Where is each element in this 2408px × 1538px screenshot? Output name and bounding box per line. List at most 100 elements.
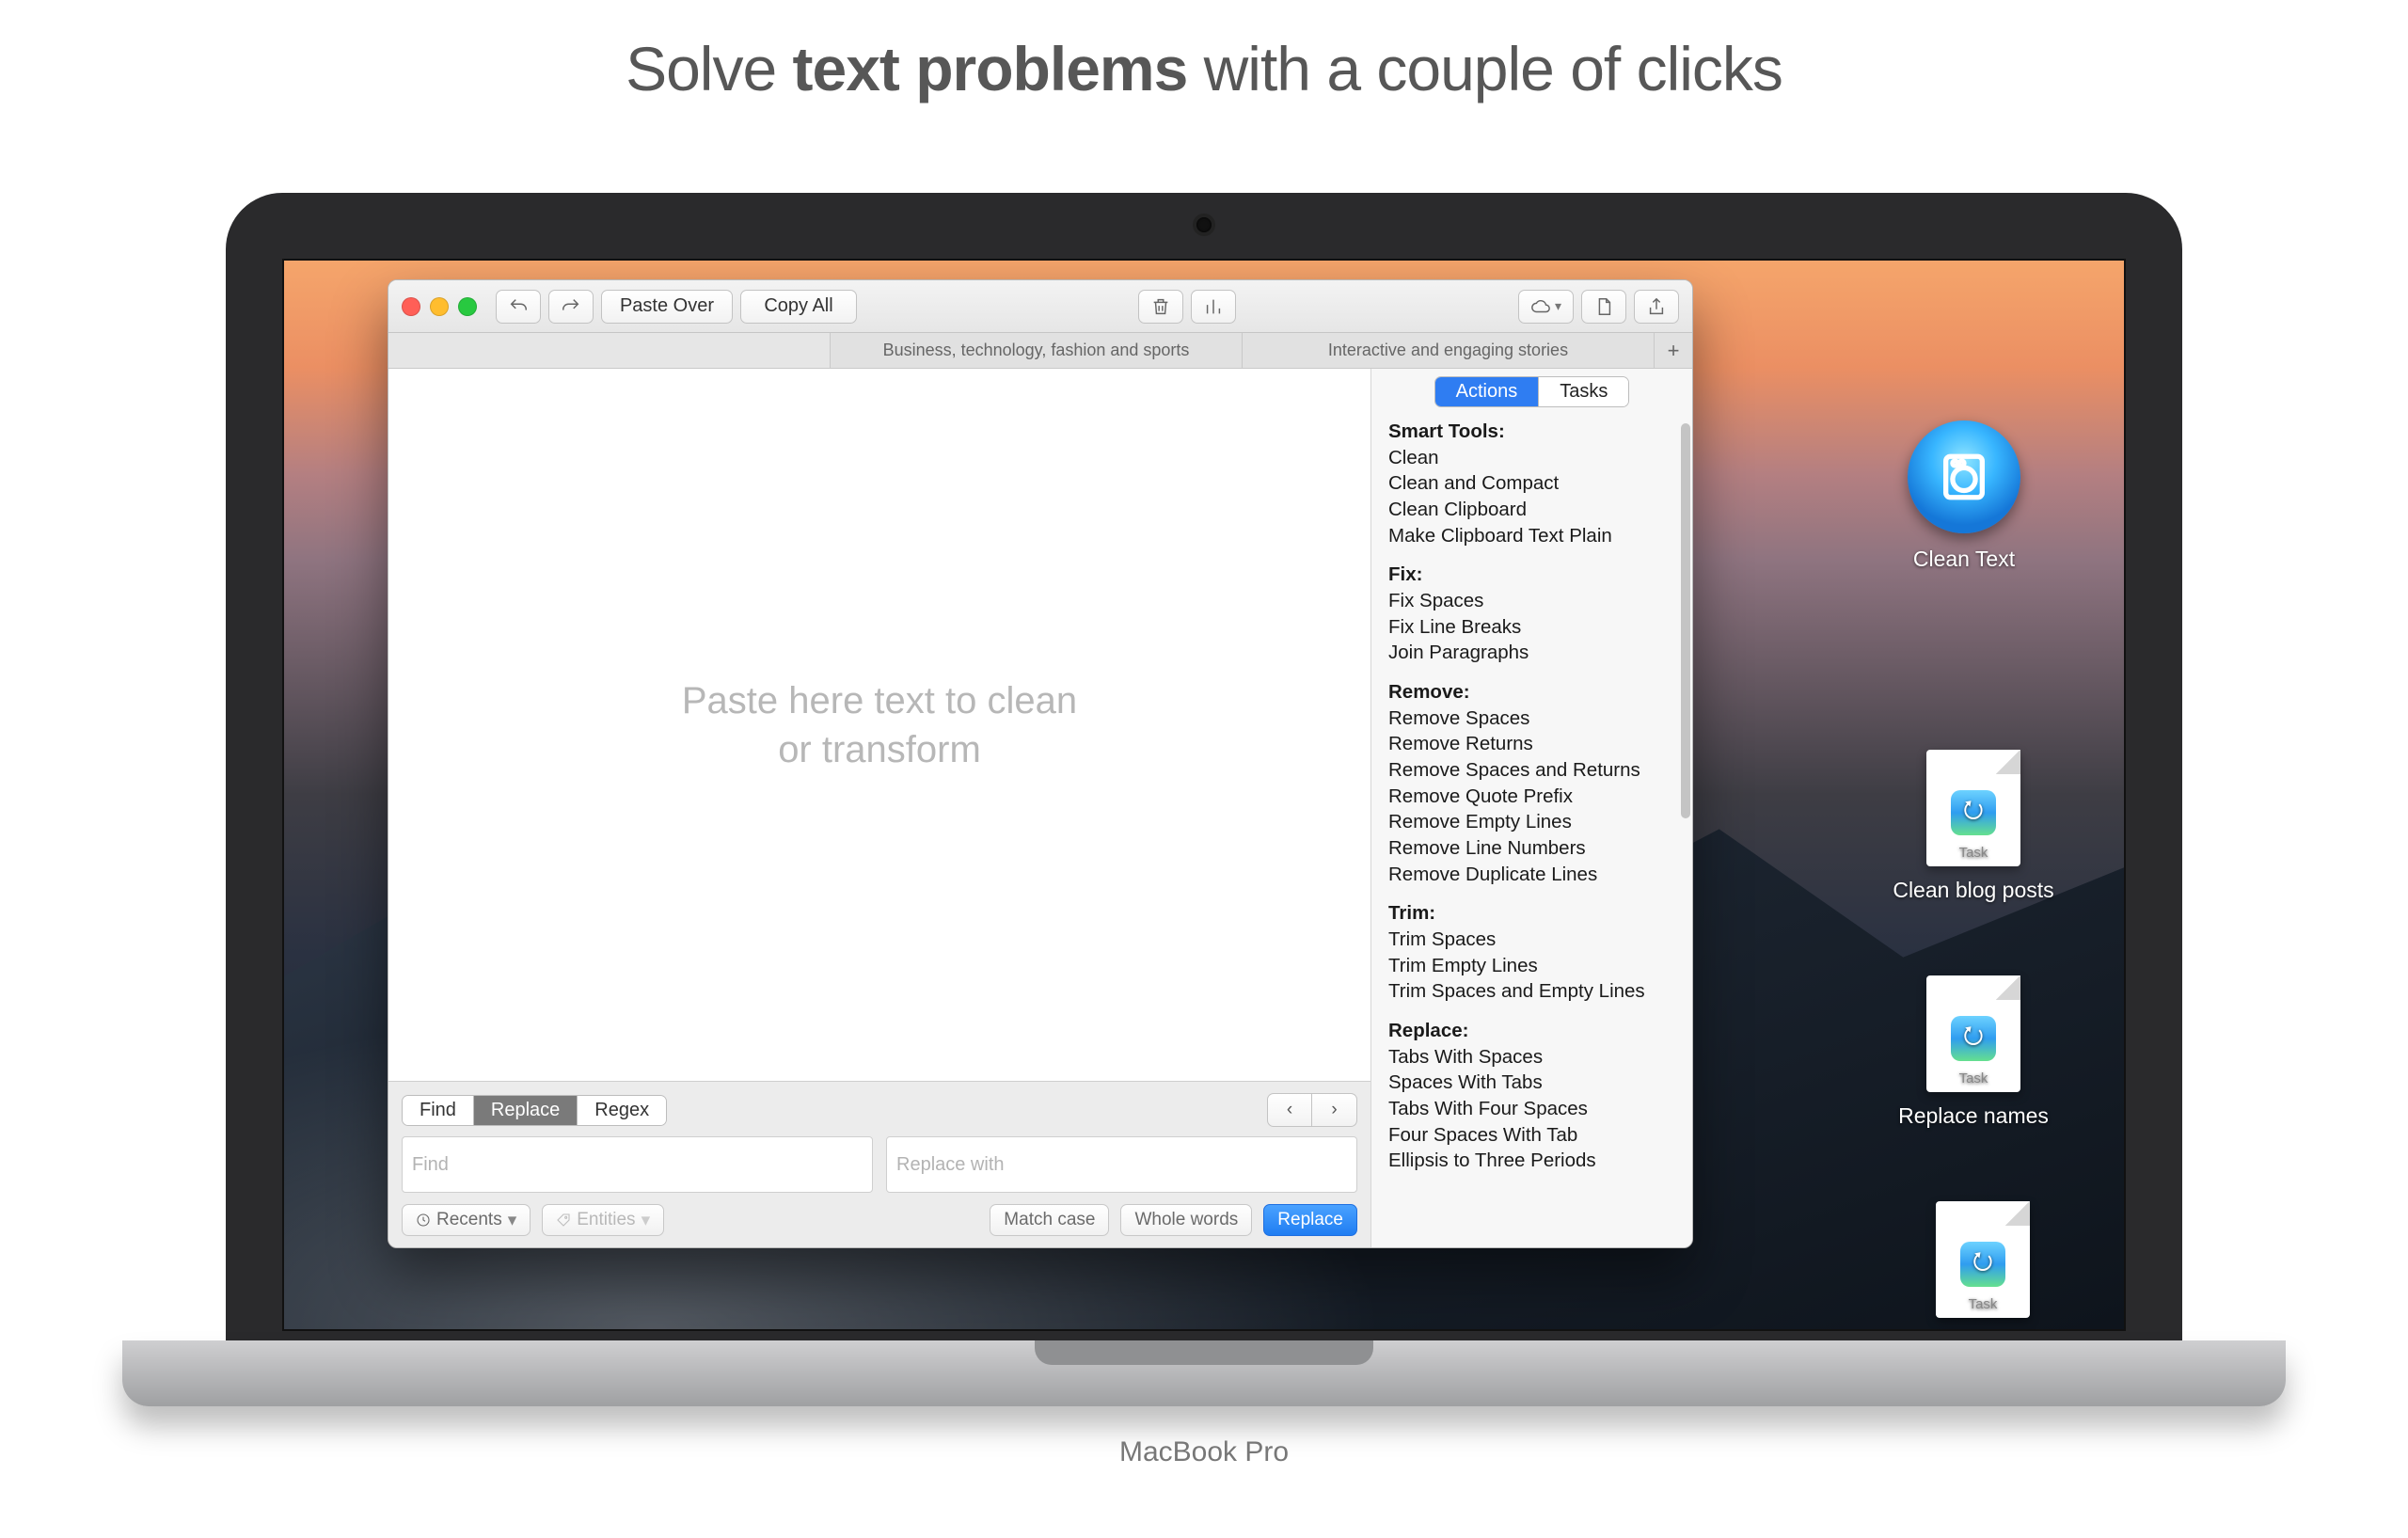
share-button[interactable] [1634, 290, 1679, 324]
find-next-button[interactable]: › [1312, 1093, 1357, 1127]
laptop-frame: Paste Over Copy All ▾ [122, 193, 2286, 1406]
action-item[interactable]: Clean [1388, 445, 1675, 471]
action-item[interactable]: Tabs With Spaces [1388, 1044, 1675, 1070]
action-item[interactable]: Remove Quote Prefix [1388, 784, 1675, 810]
action-item[interactable]: Remove Spaces [1388, 706, 1675, 732]
copy-all-button[interactable]: Copy All [740, 290, 857, 324]
entities-dropdown[interactable]: Entities▾ [542, 1204, 664, 1236]
editor-placeholder: Paste here text to clean or transform [682, 676, 1077, 774]
find-prev-button[interactable]: ‹ [1267, 1093, 1312, 1127]
action-item[interactable]: Tabs With Four Spaces [1388, 1096, 1675, 1122]
task-mini-icon: ⭮ [1960, 1242, 2005, 1287]
action-group-title: Replace: [1388, 1018, 1675, 1044]
action-item[interactable]: Trim Spaces and Empty Lines [1388, 978, 1675, 1005]
sidebar-tab-tasks[interactable]: Tasks [1538, 377, 1628, 406]
action-item[interactable]: Ellipsis to Three Periods [1388, 1148, 1675, 1174]
redo-icon [561, 296, 581, 317]
tag-icon [556, 1213, 571, 1228]
undo-button[interactable] [496, 290, 541, 324]
camera-dot [1196, 217, 1212, 232]
redo-button[interactable] [548, 290, 594, 324]
entities-label: Entities [577, 1210, 635, 1230]
task-mini-icon: ⭮ [1951, 1016, 1996, 1061]
new-doc-button[interactable] [1581, 290, 1626, 324]
sidebar-tab-actions[interactable]: Actions [1435, 377, 1539, 406]
action-group-title: Fix: [1388, 562, 1675, 588]
headline-bold: text problems [793, 34, 1188, 103]
action-group-title: Trim: [1388, 900, 1675, 927]
match-case-button[interactable]: Match case [990, 1204, 1109, 1236]
cloud-icon [1530, 296, 1551, 317]
task-tag: Task [1959, 1070, 1988, 1086]
tab-business[interactable]: Business, technology, fashion and sports [831, 333, 1243, 368]
action-item[interactable]: Fix Spaces [1388, 588, 1675, 614]
task2-label: Replace names [1898, 1103, 2049, 1128]
action-item[interactable]: Four Spaces With Tab [1388, 1122, 1675, 1149]
recents-label: Recents [436, 1210, 502, 1230]
trash-icon [1150, 296, 1171, 317]
undo-icon [508, 296, 529, 317]
action-item[interactable]: Fix Line Breaks [1388, 614, 1675, 641]
desktop-task-3[interactable]: ⭮Task Sort and Capitalize [1898, 1201, 2067, 1331]
file-icon [1593, 296, 1614, 317]
laptop-base [122, 1340, 2286, 1406]
document-tabs: Business, technology, fashion and sports… [388, 333, 1692, 369]
action-item[interactable]: Remove Empty Lines [1388, 809, 1675, 835]
action-item[interactable]: Trim Empty Lines [1388, 953, 1675, 979]
action-item[interactable]: Clean Clipboard [1388, 497, 1675, 523]
tab-stories[interactable]: Interactive and engaging stories [1243, 333, 1655, 368]
mode-replace[interactable]: Replace [473, 1096, 577, 1125]
text-editor[interactable]: Paste here text to clean or transform [388, 369, 1370, 1081]
zoom-button[interactable] [458, 297, 477, 316]
action-group-title: Smart Tools: [1388, 419, 1675, 445]
tab-blank[interactable] [388, 333, 831, 368]
recents-dropdown[interactable]: Recents▾ [402, 1204, 531, 1236]
share-icon [1646, 296, 1667, 317]
actions-sidebar: Actions Tasks Smart Tools:CleanClean and… [1370, 369, 1692, 1247]
action-item[interactable]: Remove Line Numbers [1388, 835, 1675, 862]
action-item[interactable]: Remove Spaces and Returns [1388, 757, 1675, 784]
task-mini-icon: ⭮ [1951, 790, 1996, 835]
clock-icon [416, 1213, 431, 1228]
app-icon-label: Clean Text [1913, 547, 2015, 571]
action-item[interactable]: Clean and Compact [1388, 470, 1675, 497]
action-group-title: Remove: [1388, 679, 1675, 706]
action-item[interactable]: Remove Duplicate Lines [1388, 862, 1675, 888]
desktop-task-1[interactable]: ⭮ Task Clean blog posts [1889, 750, 2058, 903]
actions-list[interactable]: Smart Tools:CleanClean and CompactClean … [1371, 413, 1692, 1185]
laptop-label: MacBook Pro [122, 1436, 2286, 1468]
laundry-icon [1937, 450, 1991, 504]
action-item[interactable]: Join Paragraphs [1388, 640, 1675, 666]
close-button[interactable] [402, 297, 420, 316]
minimize-button[interactable] [430, 297, 449, 316]
find-replace-panel: Find Replace Regex ‹ › [388, 1081, 1370, 1247]
action-item[interactable]: Trim Spaces [1388, 927, 1675, 953]
placeholder-line1: Paste here text to clean [682, 680, 1077, 721]
titlebar: Paste Over Copy All ▾ [388, 280, 1692, 333]
replace-button[interactable]: Replace [1263, 1204, 1357, 1236]
task1-label: Clean blog posts [1893, 878, 2053, 902]
replace-field[interactable] [886, 1136, 1357, 1193]
mode-find[interactable]: Find [403, 1096, 473, 1125]
headline: Solve text problems with a couple of cli… [0, 33, 2408, 104]
action-item[interactable]: Make Clipboard Text Plain [1388, 523, 1675, 549]
app-window: Paste Over Copy All ▾ [388, 279, 1693, 1248]
stats-button[interactable] [1191, 290, 1236, 324]
trash-button[interactable] [1138, 290, 1183, 324]
window-controls [402, 297, 477, 316]
desktop-task-2[interactable]: ⭮ Task Replace names [1889, 975, 2058, 1129]
action-item[interactable]: Remove Returns [1388, 731, 1675, 757]
placeholder-line2: or transform [778, 729, 981, 770]
find-field[interactable] [402, 1136, 873, 1193]
paste-over-button[interactable]: Paste Over [601, 290, 733, 324]
headline-pre: Solve [626, 34, 792, 103]
tab-add-button[interactable]: + [1655, 333, 1692, 368]
sidebar-scrollbar[interactable] [1681, 423, 1690, 818]
action-item[interactable]: Spaces With Tabs [1388, 1070, 1675, 1096]
whole-words-button[interactable]: Whole words [1120, 1204, 1252, 1236]
cloud-button[interactable]: ▾ [1518, 290, 1574, 324]
bar-chart-icon [1203, 296, 1224, 317]
task-tag: Task [1959, 845, 1988, 861]
mode-regex[interactable]: Regex [577, 1096, 666, 1125]
desktop-app-icon[interactable]: Clean Text [1879, 420, 2049, 572]
